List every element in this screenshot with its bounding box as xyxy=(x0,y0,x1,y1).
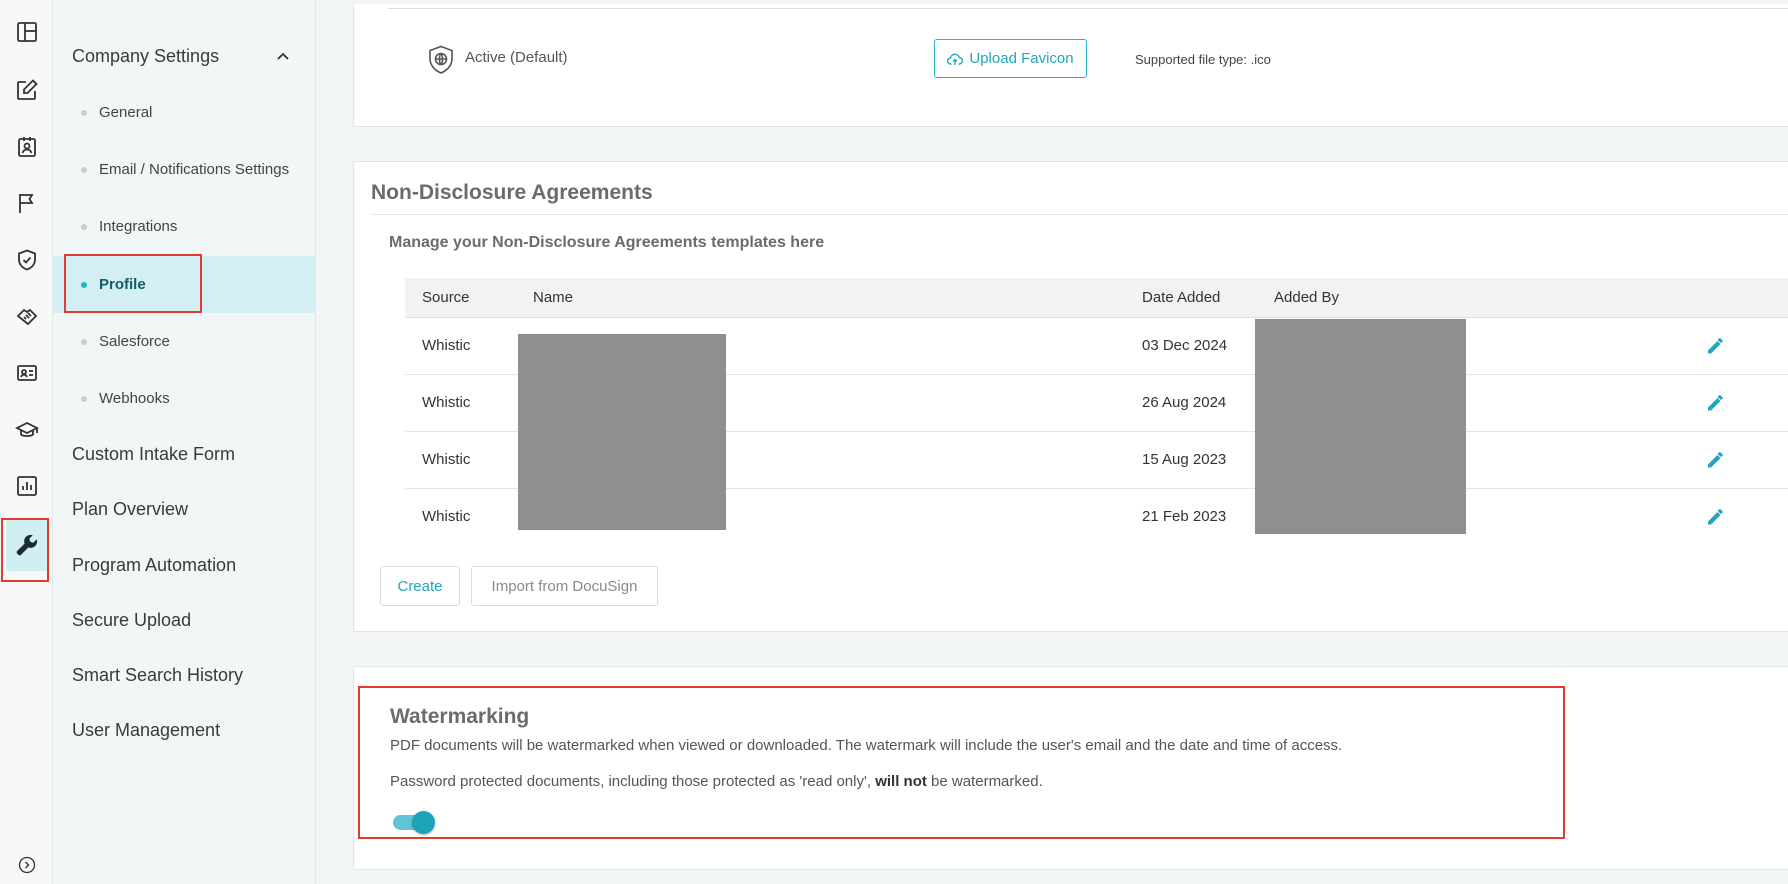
cell-source: Whistic xyxy=(422,451,471,468)
nav-item-general[interactable]: General xyxy=(53,84,316,141)
id-card-icon[interactable] xyxy=(6,347,47,399)
toggle-knob xyxy=(412,811,435,834)
divider xyxy=(371,214,1788,215)
flag-icon[interactable] xyxy=(6,177,47,229)
column-header-date-added: Date Added xyxy=(1142,289,1221,306)
cell-source: Whistic xyxy=(422,337,471,354)
note-bold: will not xyxy=(875,773,927,790)
watermarking-card: Watermarking PDF documents will be water… xyxy=(353,666,1788,870)
pencil-icon[interactable] xyxy=(1705,448,1727,470)
pencil-icon[interactable] xyxy=(1705,391,1727,413)
watermarking-description: PDF documents will be watermarked when v… xyxy=(390,737,1343,754)
bar-chart-icon[interactable] xyxy=(6,460,47,512)
nav-item-profile[interactable]: Profile xyxy=(53,256,316,313)
redacted-name-column xyxy=(518,334,726,530)
favicon-card: Active (Default) Upload Favicon Supporte… xyxy=(353,4,1788,127)
pencil-icon[interactable] xyxy=(1705,505,1727,527)
table-header: Source Name Date Added Added By xyxy=(405,278,1788,318)
bullet-icon xyxy=(81,109,87,116)
chevron-up-icon[interactable] xyxy=(275,48,291,64)
cell-date-added: 15 Aug 2023 xyxy=(1142,451,1227,468)
nav-item-custom-intake-form[interactable]: Custom Intake Form xyxy=(72,444,235,465)
watermarking-note: Password protected documents, including … xyxy=(390,773,1043,790)
settings-nav: Company Settings General Email / Notific… xyxy=(53,0,316,884)
contact-icon[interactable] xyxy=(6,121,47,173)
favicon-status: Active (Default) xyxy=(465,49,568,66)
column-header-added-by: Added By xyxy=(1274,289,1340,306)
nav-item-secure-upload[interactable]: Secure Upload xyxy=(72,610,191,631)
nav-item-program-automation[interactable]: Program Automation xyxy=(72,555,236,576)
cell-source: Whistic xyxy=(422,394,471,411)
create-button[interactable]: Create xyxy=(380,566,460,606)
nav-item-label: Salesforce xyxy=(99,333,170,350)
upload-favicon-label: Upload Favicon xyxy=(969,50,1074,67)
expand-icon[interactable] xyxy=(6,848,47,882)
watermarking-toggle[interactable] xyxy=(393,811,435,834)
nav-item-label: Email / Notifications Settings xyxy=(99,161,290,178)
cell-date-added: 26 Aug 2024 xyxy=(1142,394,1227,411)
shield-check-icon[interactable] xyxy=(6,234,47,286)
cell-source: Whistic xyxy=(422,508,471,525)
nav-group-company-settings[interactable]: Company Settings xyxy=(72,46,219,67)
nda-title: Non-Disclosure Agreements xyxy=(371,181,653,204)
nav-item-webhooks[interactable]: Webhooks xyxy=(53,370,316,427)
bullet-icon xyxy=(81,395,87,402)
pencil-icon[interactable] xyxy=(1705,334,1727,356)
note-prefix: Password protected documents, including … xyxy=(390,773,872,790)
icon-rail xyxy=(0,0,53,884)
note-suffix: be watermarked. xyxy=(931,773,1043,790)
nav-item-label: Profile xyxy=(99,276,146,293)
bullet-icon xyxy=(81,166,87,173)
nda-subtitle: Manage your Non-Disclosure Agreements te… xyxy=(389,234,825,251)
watermarking-title: Watermarking xyxy=(390,705,530,728)
bullet-icon xyxy=(81,223,87,230)
divider xyxy=(388,8,1788,9)
dashboard-icon[interactable] xyxy=(6,6,47,58)
cell-date-added: 21 Feb 2023 xyxy=(1142,508,1227,525)
nav-item-user-management[interactable]: User Management xyxy=(72,720,220,741)
nav-item-label: Webhooks xyxy=(99,390,170,407)
nav-item-label: Integrations xyxy=(99,218,178,235)
graduation-cap-icon[interactable] xyxy=(6,404,47,456)
file-type-note: Supported file type: .ico xyxy=(1135,52,1271,67)
nav-item-plan-overview[interactable]: Plan Overview xyxy=(72,499,188,520)
column-header-name: Name xyxy=(533,289,574,306)
nav-item-integrations[interactable]: Integrations xyxy=(53,198,316,255)
upload-favicon-button[interactable]: Upload Favicon xyxy=(934,39,1087,78)
cloud-upload-icon xyxy=(947,53,964,65)
bullet-icon xyxy=(81,338,87,345)
column-header-source: Source xyxy=(422,289,470,306)
edit-icon[interactable] xyxy=(6,64,47,116)
cell-date-added: 03 Dec 2024 xyxy=(1142,337,1228,354)
shield-globe-icon xyxy=(429,45,453,74)
nav-item-smart-search-history[interactable]: Smart Search History xyxy=(72,665,243,686)
nav-item-email-notifications[interactable]: Email / Notifications Settings xyxy=(53,141,316,198)
bullet-icon xyxy=(81,281,87,288)
nav-item-label: General xyxy=(99,104,153,121)
wrench-icon[interactable] xyxy=(6,519,47,571)
nav-item-salesforce[interactable]: Salesforce xyxy=(53,313,316,370)
handshake-icon[interactable] xyxy=(6,290,47,342)
redacted-added-by-column xyxy=(1255,319,1466,534)
import-docusign-button[interactable]: Import from DocuSign xyxy=(471,566,658,606)
